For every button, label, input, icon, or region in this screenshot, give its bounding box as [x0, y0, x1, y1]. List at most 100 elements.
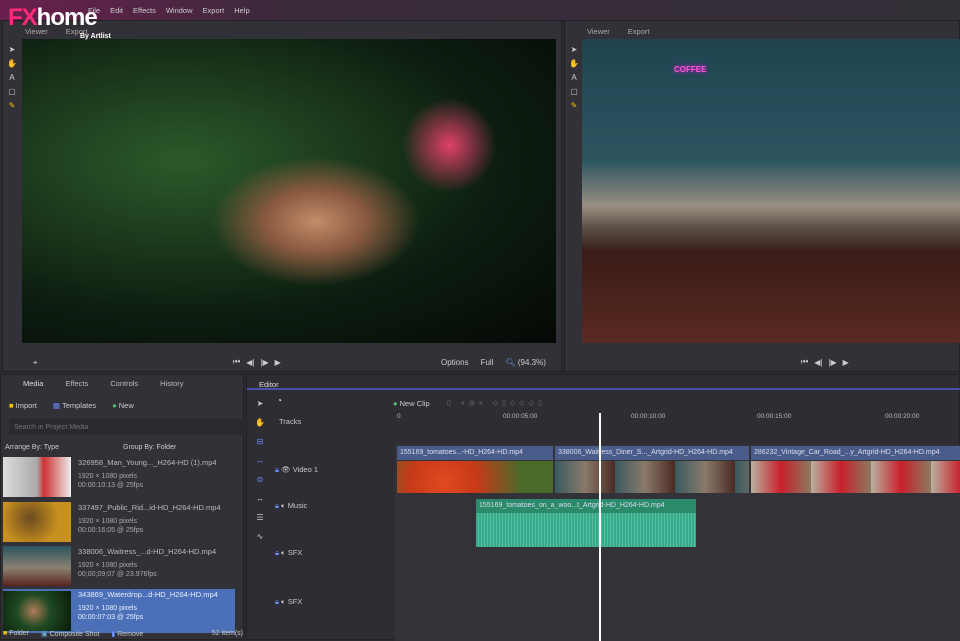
video-clip-vintage-car[interactable]: 286232_Vintage_Car_Road_...y_Artgrid-HD_…	[751, 446, 960, 460]
pointer-icon[interactable]: ➤	[257, 399, 264, 408]
roll-icon[interactable]: ⊜	[257, 475, 264, 484]
video-clip-waitress[interactable]: 338006_Waitress_Diner_S..._Artgrid-HD_H2…	[555, 446, 749, 460]
lock-icon[interactable]: 🔒︎	[275, 548, 279, 557]
step-forward-icon[interactable]: |▶	[260, 358, 268, 367]
import-button[interactable]: ■ Import	[9, 401, 37, 410]
clock-icon[interactable]: ◔	[277, 396, 282, 405]
tab-viewer[interactable]: Viewer	[587, 27, 610, 36]
new-clip-button[interactable]: ● New Clip	[393, 399, 430, 408]
viewer-left-panel: Viewer Export ➤ ✋ A ▢ ✎ ⌖ ⏮ ◀| |▶ ▶ Options Ful…	[2, 20, 562, 372]
new-button[interactable]: ● New	[112, 401, 134, 410]
skip-start-icon[interactable]: ⏮	[233, 357, 240, 367]
slip-icon[interactable]: ⊟	[257, 437, 264, 446]
pen-icon[interactable]: ✎	[9, 101, 16, 110]
list-item[interactable]: 337497_Public_Rid...id-HD_H264-HD.mp4 19…	[3, 502, 235, 546]
templates-icon: ▦	[52, 401, 60, 410]
tab-export[interactable]: Export	[628, 27, 650, 36]
fxhome-logo: FXhome	[8, 4, 98, 31]
viewer-tools: ➤ ✋ A ▢ ✎	[569, 45, 579, 110]
tab-history[interactable]: History	[160, 379, 183, 388]
lock-icon[interactable]: 🔒︎	[275, 597, 279, 606]
tab-effects[interactable]: Effects	[65, 379, 88, 388]
viewer-tools: ➤ ✋ A ▢ ✎	[7, 45, 17, 110]
menu-effects[interactable]: Effects	[133, 6, 156, 15]
track-name: Music	[287, 501, 308, 510]
tab-editor[interactable]: Editor	[259, 380, 279, 389]
media-panel: Media Effects Controls History ■ Import …	[0, 374, 245, 640]
viewer-left-frame	[22, 39, 556, 343]
step-back-icon[interactable]: ◀|	[246, 358, 254, 367]
eye-icon[interactable]: 👁︎	[281, 465, 291, 474]
group-by-select[interactable]: Group By: Folder	[123, 444, 176, 451]
pointer-icon[interactable]: ➤	[571, 45, 578, 54]
step-forward-icon[interactable]: |▶	[828, 358, 836, 367]
speaker-icon[interactable]: 🔈︎	[281, 597, 286, 606]
options-button[interactable]: Options	[441, 358, 469, 367]
playback-controls-right: ⏮ ◀| |▶ ▶	[801, 357, 849, 367]
tracks-label: Tracks	[279, 417, 302, 426]
track-sfx[interactable]: 🔒︎ 🔈︎ SFX	[275, 548, 302, 558]
play-icon[interactable]: ▶	[843, 358, 849, 367]
ripple-icon[interactable]: ↔	[256, 456, 264, 465]
curve-icon[interactable]: ∿	[257, 532, 264, 541]
rect-icon[interactable]: ▢	[8, 87, 16, 96]
audio-clip-music[interactable]: 155169_tomatoes_on_a_woo...t_Artgrid-HD_…	[476, 499, 696, 513]
viewer-right-frame: COFFEE	[582, 39, 960, 343]
zoom-icon[interactable]: 🔍︎	[505, 358, 515, 367]
list-item-selected[interactable]: 343869_Waterdrop...d-HD_H264-HD.mp4 1920…	[3, 589, 235, 633]
menu-help[interactable]: Help	[234, 6, 249, 15]
folder-button[interactable]: ■ Folder	[3, 630, 29, 638]
templates-button[interactable]: ▦ Templates	[53, 401, 96, 410]
playhead[interactable]	[599, 413, 601, 641]
speaker-icon[interactable]: 🔈︎	[281, 548, 286, 557]
media-footer: ■ Folder ▣ Composite Shot ▮ Remove 52 it…	[3, 630, 243, 638]
lock-icon[interactable]: 🔒︎	[275, 501, 279, 510]
menu-window[interactable]: Window	[166, 6, 193, 15]
step-back-icon[interactable]: ◀|	[814, 358, 822, 367]
ruler-tick: 00:00:10:00	[631, 413, 666, 420]
viewer-right-panel: Viewer Export ➤ ✋ A ▢ ✎ COFFEE ⏮ ◀| |▶ ▶	[564, 20, 960, 372]
menu-export[interactable]: Export	[203, 6, 225, 15]
pointer-icon[interactable]: ➤	[9, 45, 16, 54]
timeline-ruler[interactable]: 0 00:00:05:00 00:00:10:00 00:00:15:00 00…	[395, 413, 960, 427]
tab-media[interactable]: Media	[23, 379, 43, 388]
composite-shot-button[interactable]: ▣ Composite Shot	[41, 630, 99, 638]
menu-edit[interactable]: Edit	[110, 6, 123, 15]
slide-icon[interactable]: ↔	[256, 494, 264, 503]
play-icon[interactable]: ▶	[275, 358, 281, 367]
speaker-icon[interactable]: 🔈︎	[281, 501, 286, 510]
hand-icon[interactable]: ✋	[569, 59, 579, 68]
skip-start-icon[interactable]: ⏮	[801, 357, 808, 367]
plus-icon: ●	[393, 399, 398, 408]
list-item[interactable]: 326958_Man_Young..._H264-HD (1).mp4 1920…	[3, 457, 235, 501]
track-video-1[interactable]: 🔒︎ 👁︎ Video 1	[275, 465, 318, 475]
track-music[interactable]: 🔒︎ 🔈︎ Music	[275, 501, 307, 511]
pen-icon[interactable]: ✎	[571, 101, 578, 110]
text-icon[interactable]: A	[571, 73, 576, 82]
viewer-left-aux: ⌖	[33, 358, 38, 368]
templates-label: Templates	[61, 401, 97, 410]
video-clip-tomatoes[interactable]: 155169_tomatoes...-HD_H264-HD.mp4	[397, 446, 553, 460]
coffee-sign: COFFEE	[674, 65, 707, 74]
zoom-level[interactable]: (94.3%)	[518, 358, 546, 367]
lock-icon[interactable]: 🔒︎	[275, 465, 279, 474]
media-search-input[interactable]	[9, 419, 245, 435]
snapshot-icon[interactable]: ⌖	[33, 358, 38, 368]
razor-icon[interactable]: ☰	[256, 513, 263, 522]
rect-icon[interactable]: ▢	[570, 87, 578, 96]
remove-button[interactable]: ▮ Remove	[111, 630, 143, 638]
media-name: 326958_Man_Young..._H264-HD (1).mp4	[78, 458, 217, 467]
arrange-by-select[interactable]: Arrange By: Type	[5, 444, 59, 451]
full-button[interactable]: Full	[481, 358, 494, 367]
track-sfx-2[interactable]: 🔒︎ 🔈︎ SFX	[275, 597, 302, 607]
ruler-tick: 0	[397, 413, 401, 420]
keyframe-controls[interactable]: ▯ «◎» ◇▯◇◇◇▯	[447, 399, 546, 407]
media-thumbnail	[3, 591, 71, 631]
media-name: 338006_Waitress_...d-HD_H264-HD.mp4	[78, 547, 217, 556]
tab-controls[interactable]: Controls	[110, 379, 138, 388]
text-icon[interactable]: A	[9, 73, 14, 82]
list-item[interactable]: 338006_Waitress_...d-HD_H264-HD.mp4 1920…	[3, 546, 235, 590]
hand-icon[interactable]: ✋	[255, 418, 265, 427]
hand-icon[interactable]: ✋	[7, 59, 17, 68]
main-menu: File Edit Effects Window Export Help	[88, 6, 250, 15]
